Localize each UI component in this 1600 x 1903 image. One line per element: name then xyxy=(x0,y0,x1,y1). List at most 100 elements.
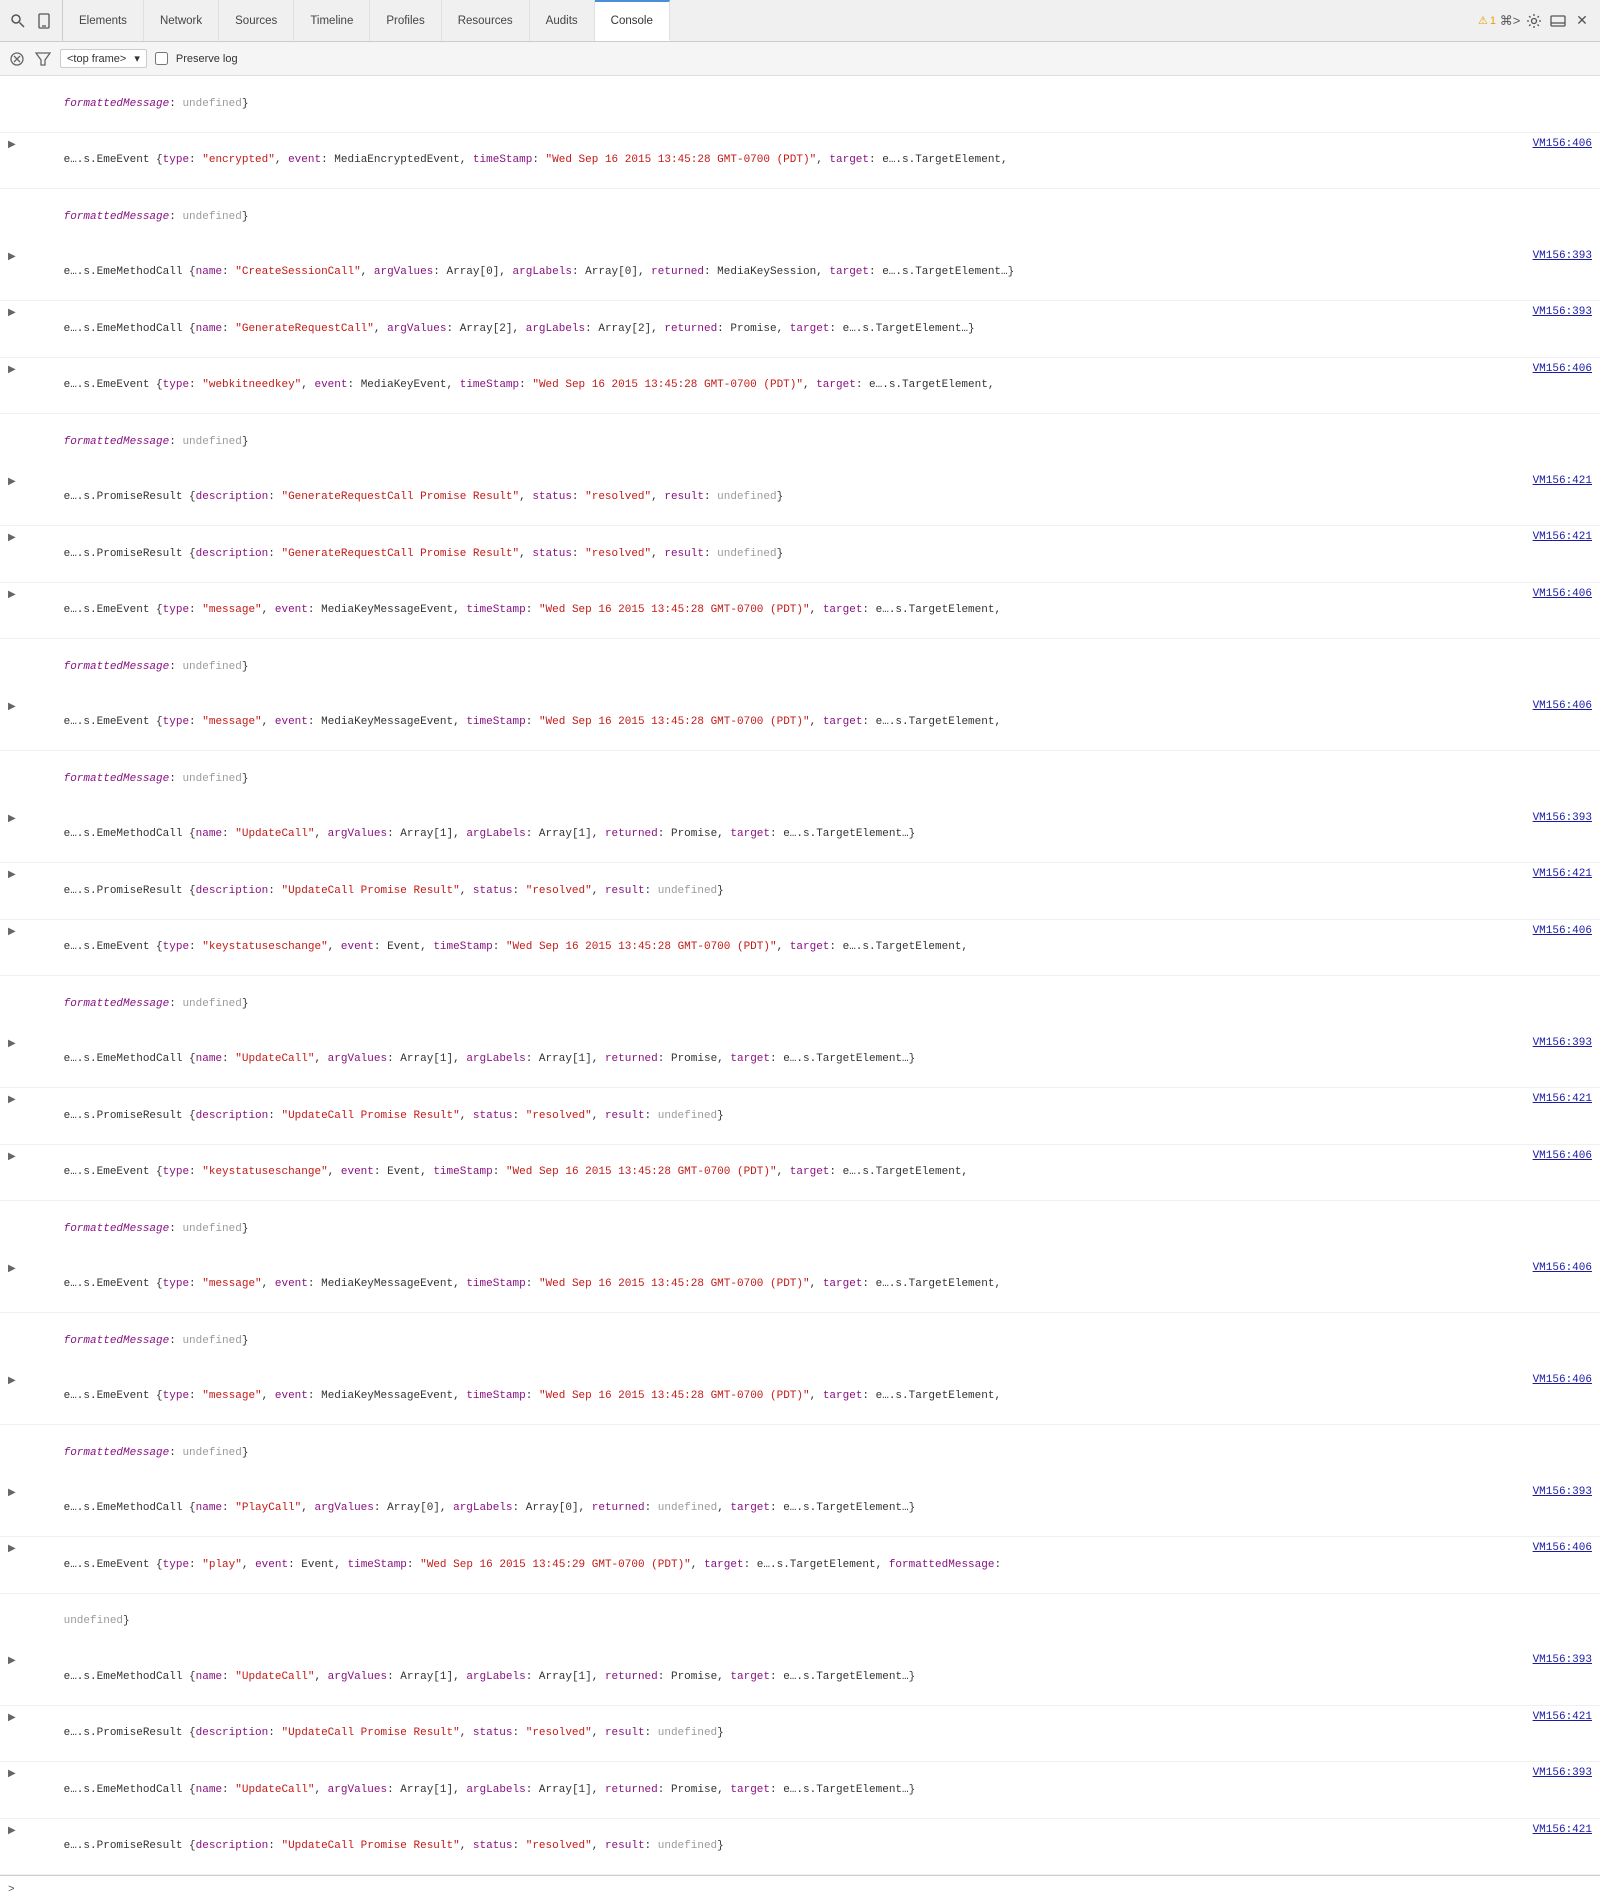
source-9[interactable]: VM156:406 xyxy=(1533,698,1592,715)
warning-badge[interactable]: ⚠ 1 xyxy=(1478,14,1496,27)
source-4[interactable]: VM156:393 xyxy=(1533,304,1592,321)
expand-arrow-17[interactable]: ▶ xyxy=(8,1373,16,1388)
source-12[interactable]: VM156:406 xyxy=(1533,923,1592,940)
console-entry-23[interactable]: ▶ e….s.PromiseResult {description: "Upda… xyxy=(0,1819,1600,1876)
source-6[interactable]: VM156:421 xyxy=(1533,473,1592,490)
expand-arrow-4[interactable]: ▶ xyxy=(8,305,16,320)
source-3[interactable]: VM156:393 xyxy=(1533,248,1592,265)
source-14[interactable]: VM156:421 xyxy=(1533,1091,1592,1108)
dock-icon[interactable] xyxy=(1548,11,1568,31)
console-entry-19[interactable]: ▶ e….s.EmeEvent {type: "play", event: Ev… xyxy=(0,1537,1600,1594)
frame-dropdown-icon: ▾ xyxy=(134,52,140,65)
console-entry-8[interactable]: ▶ e….s.EmeEvent {type: "message", event:… xyxy=(0,583,1600,640)
console-entry-9-cont: formattedMessage: undefined} xyxy=(0,751,1600,807)
source-11[interactable]: VM156:421 xyxy=(1533,866,1592,883)
expand-arrow-12[interactable]: ▶ xyxy=(8,924,16,939)
tab-elements[interactable]: Elements xyxy=(63,0,144,41)
console-input-area: > xyxy=(0,1875,1600,1903)
preserve-log-checkbox[interactable] xyxy=(155,52,168,65)
console-content: formattedMessage: undefined} ▶ e….s.EmeE… xyxy=(0,76,1600,1875)
expand-arrow-5[interactable]: ▶ xyxy=(8,362,16,377)
console-entry-16-cont: formattedMessage: undefined} xyxy=(0,1313,1600,1369)
device-icon[interactable] xyxy=(34,11,54,31)
expand-arrow-3[interactable]: ▶ xyxy=(8,249,16,264)
expand-arrow-8[interactable]: ▶ xyxy=(8,587,16,602)
expand-arrow-22[interactable]: ▶ xyxy=(8,1766,16,1781)
tab-resources[interactable]: Resources xyxy=(442,0,530,41)
toolbar-right: ⚠ 1 ⌘> ✕ xyxy=(1470,0,1600,41)
expand-arrow-20[interactable]: ▶ xyxy=(8,1653,16,1668)
expand-arrow-19[interactable]: ▶ xyxy=(8,1541,16,1556)
expand-arrow-23[interactable]: ▶ xyxy=(8,1823,16,1838)
expand-arrow-16[interactable]: ▶ xyxy=(8,1261,16,1276)
expand-arrow-14[interactable]: ▶ xyxy=(8,1092,16,1107)
console-entry-16[interactable]: ▶ e….s.EmeEvent {type: "message", event:… xyxy=(0,1257,1600,1314)
expand-arrow-9[interactable]: ▶ xyxy=(8,699,16,714)
filter-icon[interactable] xyxy=(34,50,52,68)
console-prompt: > xyxy=(8,1884,15,1896)
source-16[interactable]: VM156:406 xyxy=(1533,1260,1592,1277)
expand-arrow-13[interactable]: ▶ xyxy=(8,1036,16,1051)
tab-network[interactable]: Network xyxy=(144,0,219,41)
console-entry-22[interactable]: ▶ e….s.EmeMethodCall {name: "UpdateCall"… xyxy=(0,1762,1600,1819)
expand-arrow-7[interactable]: ▶ xyxy=(8,530,16,545)
tab-timeline[interactable]: Timeline xyxy=(294,0,370,41)
console-input[interactable] xyxy=(21,1884,1592,1896)
source-22[interactable]: VM156:393 xyxy=(1533,1765,1592,1782)
preserve-log-label[interactable]: Preserve log xyxy=(155,52,238,65)
source-8[interactable]: VM156:406 xyxy=(1533,586,1592,603)
source-10[interactable]: VM156:393 xyxy=(1533,810,1592,827)
console-entry-17[interactable]: ▶ e….s.EmeEvent {type: "message", event:… xyxy=(0,1369,1600,1426)
console-entry-13[interactable]: ▶ e….s.EmeMethodCall {name: "UpdateCall"… xyxy=(0,1032,1600,1089)
source-20[interactable]: VM156:393 xyxy=(1533,1652,1592,1669)
console-entry-4[interactable]: ▶ e….s.EmeMethodCall {name: "GenerateReq… xyxy=(0,301,1600,358)
expand-arrow-10[interactable]: ▶ xyxy=(8,811,16,826)
console-entry-20[interactable]: ▶ e….s.EmeMethodCall {name: "UpdateCall"… xyxy=(0,1649,1600,1706)
console-entry-15[interactable]: ▶ e….s.EmeEvent {type: "keystatuseschang… xyxy=(0,1145,1600,1202)
console-entry-14[interactable]: ▶ e….s.PromiseResult {description: "Upda… xyxy=(0,1088,1600,1145)
console-entry-10[interactable]: ▶ e….s.EmeMethodCall {name: "UpdateCall"… xyxy=(0,807,1600,864)
source-18[interactable]: VM156:393 xyxy=(1533,1484,1592,1501)
expand-arrow-2[interactable]: ▶ xyxy=(8,137,16,152)
console-entry-2[interactable]: ▶ e….s.EmeEvent {type: "encrypted", even… xyxy=(0,133,1600,190)
expand-arrow-15[interactable]: ▶ xyxy=(8,1149,16,1164)
console-entry-12-cont: formattedMessage: undefined} xyxy=(0,976,1600,1032)
source-13[interactable]: VM156:393 xyxy=(1533,1035,1592,1052)
console-entry-7[interactable]: ▶ e….s.PromiseResult {description: "Gene… xyxy=(0,526,1600,583)
terminal-icon[interactable]: ⌘> xyxy=(1500,11,1520,31)
clear-console-icon[interactable] xyxy=(8,50,26,68)
inspect-icon[interactable] xyxy=(8,11,28,31)
console-entry-5[interactable]: ▶ e….s.EmeEvent {type: "webkitneedkey", … xyxy=(0,358,1600,415)
source-17[interactable]: VM156:406 xyxy=(1533,1372,1592,1389)
tab-profiles[interactable]: Profiles xyxy=(370,0,441,41)
source-2[interactable]: VM156:406 xyxy=(1533,136,1592,153)
expand-arrow-21[interactable]: ▶ xyxy=(8,1710,16,1725)
console-entry-17-cont: formattedMessage: undefined} xyxy=(0,1425,1600,1481)
close-icon[interactable]: ✕ xyxy=(1572,11,1592,31)
devtools-toolbar: Elements Network Sources Timeline Profil… xyxy=(0,0,1600,42)
console-entry-12[interactable]: ▶ e….s.EmeEvent {type: "keystatuseschang… xyxy=(0,920,1600,977)
warning-icon: ⚠ xyxy=(1478,14,1488,27)
source-7[interactable]: VM156:421 xyxy=(1533,529,1592,546)
console-entry-3[interactable]: ▶ e….s.EmeMethodCall {name: "CreateSessi… xyxy=(0,245,1600,302)
expand-arrow-11[interactable]: ▶ xyxy=(8,867,16,882)
console-toolbar: <top frame> ▾ Preserve log xyxy=(0,42,1600,76)
tab-console[interactable]: Console xyxy=(595,0,670,41)
tab-audits[interactable]: Audits xyxy=(530,0,595,41)
console-entry-2-cont: formattedMessage: undefined} xyxy=(0,189,1600,245)
tab-sources[interactable]: Sources xyxy=(219,0,294,41)
expand-arrow-6[interactable]: ▶ xyxy=(8,474,16,489)
console-entry-11[interactable]: ▶ e….s.PromiseResult {description: "Upda… xyxy=(0,863,1600,920)
console-entry-6[interactable]: ▶ e….s.PromiseResult {description: "Gene… xyxy=(0,470,1600,527)
expand-arrow-18[interactable]: ▶ xyxy=(8,1485,16,1500)
source-23[interactable]: VM156:421 xyxy=(1533,1822,1592,1839)
frame-selector[interactable]: <top frame> ▾ xyxy=(60,49,147,68)
source-5[interactable]: VM156:406 xyxy=(1533,361,1592,378)
console-entry-21[interactable]: ▶ e….s.PromiseResult {description: "Upda… xyxy=(0,1706,1600,1763)
source-15[interactable]: VM156:406 xyxy=(1533,1148,1592,1165)
source-21[interactable]: VM156:421 xyxy=(1533,1709,1592,1726)
source-19[interactable]: VM156:406 xyxy=(1533,1540,1592,1557)
settings-icon[interactable] xyxy=(1524,11,1544,31)
console-entry-18[interactable]: ▶ e….s.EmeMethodCall {name: "PlayCall", … xyxy=(0,1481,1600,1538)
console-entry-9[interactable]: ▶ e….s.EmeEvent {type: "message", event:… xyxy=(0,695,1600,752)
